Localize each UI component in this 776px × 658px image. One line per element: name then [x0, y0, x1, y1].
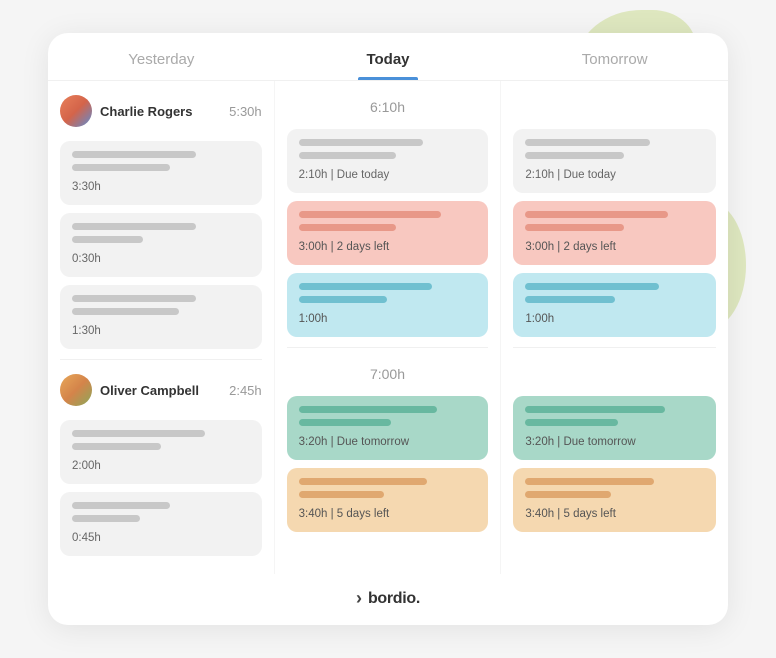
task-card[interactable]: 0:45h: [60, 492, 262, 556]
task-bar-2: [299, 419, 391, 426]
task-bar-2: [72, 443, 161, 450]
user-name-charlie: Charlie Rogers: [100, 104, 221, 119]
task-card[interactable]: 3:30h: [60, 141, 262, 205]
task-bar-2: [299, 296, 388, 303]
user-header-oliver-yesterday: Oliver Campbell 2:45h: [60, 370, 262, 410]
task-label: 0:30h: [72, 253, 101, 265]
task-label: 3:40h | 5 days left: [525, 508, 616, 520]
oliver-yesterday-hours: 2:45h: [229, 383, 262, 398]
task-card[interactable]: 3:20h | Due tomorrow: [513, 396, 716, 460]
task-bar: [72, 502, 170, 509]
col-today: 6:10h 2:10h | Due today 3:00h | 2 days l…: [275, 81, 502, 574]
content-grid: Charlie Rogers 5:30h 3:30h 0:30h 1:30h: [48, 81, 728, 574]
task-bar: [299, 478, 427, 485]
task-label: 0:45h: [72, 532, 101, 544]
col-yesterday: Charlie Rogers 5:30h 3:30h 0:30h 1:30h: [48, 81, 275, 574]
task-bar: [72, 223, 196, 230]
user-header-charlie-yesterday: Charlie Rogers 5:30h: [60, 91, 262, 131]
task-card[interactable]: 2:10h | Due today: [287, 129, 489, 193]
task-label: 2:10h | Due today: [299, 169, 390, 181]
task-bar: [525, 283, 659, 290]
task-label: 1:00h: [299, 313, 328, 325]
task-card[interactable]: 1:00h: [287, 273, 489, 337]
bordio-chevron-icon: ›: [356, 588, 362, 609]
task-bar: [525, 211, 668, 218]
main-card: Yesterday Today Tomorrow Charlie Rogers …: [48, 33, 728, 625]
task-bar-2: [72, 236, 143, 243]
task-card[interactable]: 1:00h: [513, 273, 716, 337]
task-bar: [299, 283, 432, 290]
task-bar: [525, 406, 664, 413]
col-tomorrow: 6:10h 2:10h | Due today 3:00h | 2 days l…: [501, 81, 728, 574]
charlie-yesterday-hours: 5:30h: [229, 104, 262, 119]
avatar-charlie: [60, 95, 92, 127]
task-bar-2: [299, 224, 397, 231]
task-label: 3:00h | 2 days left: [299, 241, 390, 253]
task-card[interactable]: 3:40h | 5 days left: [513, 468, 716, 532]
task-card[interactable]: 2:00h: [60, 420, 262, 484]
task-bar: [299, 211, 441, 218]
task-bar-2: [525, 491, 611, 498]
section-divider: [513, 347, 716, 348]
charlie-today-hours: 6:10h: [287, 91, 489, 119]
task-bar: [72, 430, 205, 437]
task-card[interactable]: 3:00h | 2 days left: [287, 201, 489, 265]
section-divider: [60, 359, 262, 360]
task-bar: [525, 139, 650, 146]
task-bar: [299, 406, 438, 413]
task-card[interactable]: 3:40h | 5 days left: [287, 468, 489, 532]
tab-today[interactable]: Today: [275, 33, 502, 80]
task-label: 3:20h | Due tomorrow: [525, 436, 635, 448]
task-label: 3:00h | 2 days left: [525, 241, 616, 253]
task-bar-2: [72, 164, 170, 171]
tab-yesterday[interactable]: Yesterday: [48, 33, 275, 80]
oliver-today-hours: 7:00h: [287, 358, 489, 386]
task-label: 1:30h: [72, 325, 101, 337]
task-bar: [72, 151, 196, 158]
task-bar-2: [525, 224, 623, 231]
user-name-oliver: Oliver Campbell: [100, 383, 221, 398]
task-card[interactable]: 2:10h | Due today: [513, 129, 716, 193]
header-row: Yesterday Today Tomorrow: [48, 33, 728, 81]
task-label: 2:00h: [72, 460, 101, 472]
section-divider: [287, 347, 489, 348]
task-bar-2: [72, 308, 179, 315]
task-card[interactable]: 3:00h | 2 days left: [513, 201, 716, 265]
task-bar-2: [525, 296, 614, 303]
logo-text: bordio.: [368, 590, 420, 608]
task-bar: [525, 478, 654, 485]
task-bar-2: [299, 152, 397, 159]
task-bar: [299, 139, 423, 146]
task-label: 3:30h: [72, 181, 101, 193]
task-card[interactable]: 3:20h | Due tomorrow: [287, 396, 489, 460]
task-label: 2:10h | Due today: [525, 169, 616, 181]
task-bar-2: [72, 515, 140, 522]
task-label: 1:00h: [525, 313, 554, 325]
task-card[interactable]: 0:30h: [60, 213, 262, 277]
task-bar: [72, 295, 196, 302]
tab-tomorrow[interactable]: Tomorrow: [501, 33, 728, 80]
task-label: 3:20h | Due tomorrow: [299, 436, 409, 448]
footer: › bordio.: [48, 574, 728, 625]
task-bar-2: [525, 419, 618, 426]
avatar-oliver: [60, 374, 92, 406]
task-bar-2: [299, 491, 384, 498]
task-label: 3:40h | 5 days left: [299, 508, 390, 520]
task-card[interactable]: 1:30h: [60, 285, 262, 349]
task-bar-2: [525, 152, 623, 159]
